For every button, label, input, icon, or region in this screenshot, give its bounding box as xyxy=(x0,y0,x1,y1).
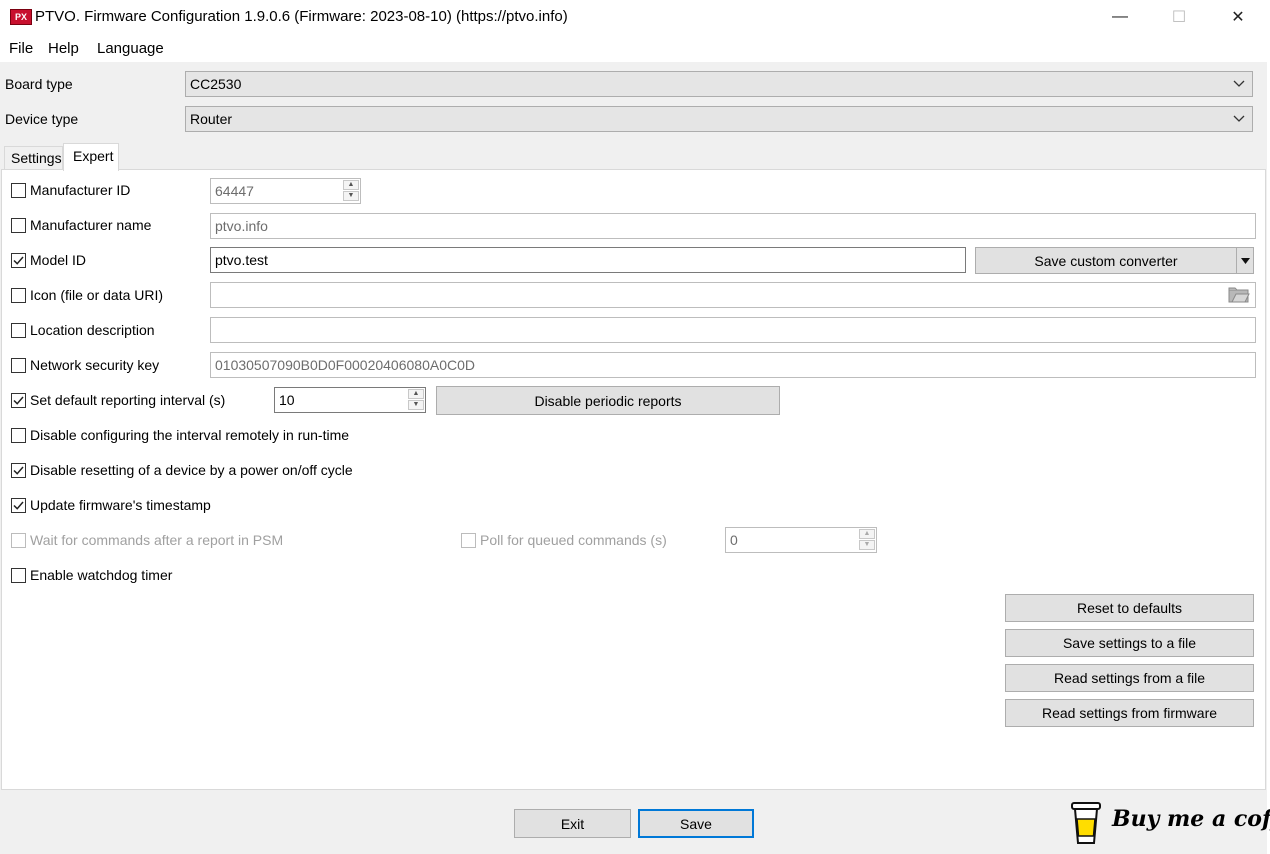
disable-remote-checkbox[interactable] xyxy=(11,428,26,443)
model-id-field[interactable]: ptvo.test xyxy=(210,247,966,273)
icon-field[interactable] xyxy=(210,282,1256,308)
read-settings-file-button[interactable]: Read settings from a file xyxy=(1005,664,1254,692)
location-label: Location description xyxy=(30,322,155,338)
manufacturer-id-label: Manufacturer ID xyxy=(30,182,131,198)
manufacturer-name-label: Manufacturer name xyxy=(30,217,152,233)
network-key-label: Network security key xyxy=(30,357,160,373)
checkmark-icon xyxy=(13,396,24,405)
menu-language[interactable]: Language xyxy=(97,40,164,57)
menu-bar xyxy=(0,34,1270,62)
app-icon: PX xyxy=(10,9,32,25)
spinner-arrows-icon[interactable]: ▲ ▼ xyxy=(343,180,359,202)
manufacturer-id-field[interactable]: 64447 ▲ ▼ xyxy=(210,178,361,204)
reporting-interval-checkbox[interactable] xyxy=(11,393,26,408)
board-type-select[interactable]: CC2530 xyxy=(185,71,1253,97)
menu-help[interactable]: Help xyxy=(48,40,79,57)
wait-psm-checkbox[interactable] xyxy=(11,533,26,548)
caret-down-icon xyxy=(1240,257,1250,264)
tab-expert[interactable]: Expert xyxy=(63,143,119,171)
network-key-field[interactable]: 01030507090B0D0F00020406080A0C0D xyxy=(210,352,1256,378)
location-checkbox[interactable] xyxy=(11,323,26,338)
disable-remote-label: Disable configuring the interval remotel… xyxy=(30,427,350,443)
manufacturer-id-checkbox[interactable] xyxy=(11,183,26,198)
reporting-interval-label: Set default reporting interval (s) xyxy=(30,392,226,408)
chevron-down-icon xyxy=(1233,80,1245,87)
close-button[interactable]: ✕ xyxy=(1215,0,1261,34)
minimize-icon: — xyxy=(1112,8,1128,25)
device-type-label: Device type xyxy=(5,111,79,127)
reporting-interval-field[interactable]: 10 ▲ ▼ xyxy=(274,387,426,413)
icon-label: Icon (file or data URI) xyxy=(30,287,164,303)
chevron-down-icon xyxy=(1233,115,1245,122)
converter-dropdown-button[interactable] xyxy=(1236,247,1254,274)
checkmark-icon xyxy=(13,466,24,475)
model-id-checkbox[interactable] xyxy=(11,253,26,268)
wait-psm-label: Wait for commands after a report in PSM xyxy=(30,532,284,548)
watchdog-label: Enable watchdog timer xyxy=(30,567,173,583)
board-type-label: Board type xyxy=(5,76,73,92)
device-type-value: Router xyxy=(190,111,233,127)
spinner-arrows-icon[interactable]: ▲ ▼ xyxy=(859,529,875,551)
buy-me-a-coffee-link[interactable]: Buy me a coffee xyxy=(1070,800,1270,846)
manufacturer-name-checkbox[interactable] xyxy=(11,218,26,233)
buy-me-a-coffee-text: Buy me a coffee xyxy=(1112,806,1270,832)
maximize-icon: ☐ xyxy=(1171,9,1187,26)
coffee-cup-icon xyxy=(1071,802,1101,844)
poll-interval-field[interactable]: 0 ▲ ▼ xyxy=(725,527,877,553)
folder-open-icon[interactable] xyxy=(1228,287,1250,303)
menu-file[interactable]: File xyxy=(9,40,33,57)
disable-periodic-reports-button[interactable]: Disable periodic reports xyxy=(436,386,780,415)
icon-checkbox[interactable] xyxy=(11,288,26,303)
watchdog-checkbox[interactable] xyxy=(11,568,26,583)
checkmark-icon xyxy=(13,256,24,265)
location-field[interactable] xyxy=(210,317,1256,343)
tab-settings[interactable]: Settings xyxy=(4,146,63,170)
board-type-value: CC2530 xyxy=(190,76,242,92)
read-settings-firmware-button[interactable]: Read settings from firmware xyxy=(1005,699,1254,727)
update-timestamp-checkbox[interactable] xyxy=(11,498,26,513)
save-button[interactable]: Save xyxy=(638,809,754,838)
exit-button[interactable]: Exit xyxy=(514,809,631,838)
save-custom-converter-button[interactable]: Save custom converter xyxy=(975,247,1237,274)
device-type-select[interactable]: Router xyxy=(185,106,1253,132)
checkmark-icon xyxy=(13,501,24,510)
poll-commands-label: Poll for queued commands (s) xyxy=(480,532,667,548)
save-settings-file-button[interactable]: Save settings to a file xyxy=(1005,629,1254,657)
model-id-label: Model ID xyxy=(30,252,87,268)
spinner-arrows-icon[interactable]: ▲ ▼ xyxy=(408,389,424,411)
maximize-button[interactable]: ☐ xyxy=(1156,0,1202,34)
network-key-checkbox[interactable] xyxy=(11,358,26,373)
disable-reset-label: Disable resetting of a device by a power… xyxy=(30,462,353,478)
close-icon: ✕ xyxy=(1231,9,1245,26)
minimize-button[interactable]: — xyxy=(1097,0,1143,34)
reset-defaults-button[interactable]: Reset to defaults xyxy=(1005,594,1254,622)
update-timestamp-label: Update firmware's timestamp xyxy=(30,497,211,513)
disable-reset-checkbox[interactable] xyxy=(11,463,26,478)
manufacturer-name-field[interactable]: ptvo.info xyxy=(210,213,1256,239)
poll-commands-checkbox[interactable] xyxy=(461,533,476,548)
window-title: PTVO. Firmware Configuration 1.9.0.6 (Fi… xyxy=(35,8,568,25)
